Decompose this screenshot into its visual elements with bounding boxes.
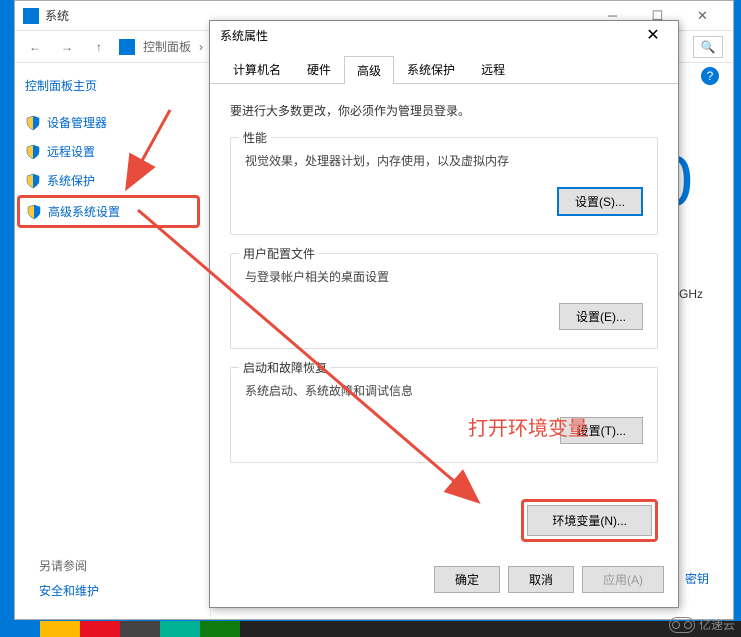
search-input[interactable]: 🔍 [693,36,723,58]
group-title: 用户配置文件 [239,245,319,262]
shield-icon [26,204,42,220]
see-also-label: 另请参阅 [39,557,99,574]
apply-button[interactable]: 应用(A) [582,566,664,593]
sp-content: 要进行大多数更改，你必须作为管理员登录。 性能 视觉效果，处理器计划，内存使用，… [210,84,678,499]
group-title: 性能 [239,129,271,146]
userprofile-settings-button[interactable]: 设置(E)... [559,303,643,330]
watermark: 亿速云 [669,616,735,633]
env-highlight: 环境变量(N)... [521,499,658,542]
help-icon[interactable]: ? [701,67,719,85]
shield-icon [25,173,41,189]
cancel-button[interactable]: 取消 [508,566,574,593]
security-link[interactable]: 安全和维护 [39,582,99,599]
sp-title: 系统属性 [220,27,268,44]
close-button[interactable]: ✕ [638,25,668,45]
watermark-icon [669,617,695,633]
close-button[interactable]: ✕ [680,2,725,30]
performance-settings-button[interactable]: 设置(S)... [557,187,643,216]
up-button[interactable]: ↑ [87,35,111,59]
sidebar-item-label: 设备管理器 [47,114,107,131]
sidebar-home[interactable]: 控制面板主页 [25,77,200,94]
tab-protection[interactable]: 系统保护 [394,55,468,83]
cp-footer: 另请参阅 安全和维护 [39,557,99,599]
group-desc: 视觉效果，处理器计划，内存使用，以及虚拟内存 [245,152,643,169]
tab-computer-name[interactable]: 计算机名 [220,55,294,83]
ok-button[interactable]: 确定 [434,566,500,593]
sidebar-item-label: 系统保护 [47,172,95,189]
breadcrumb[interactable]: 控制面板 [143,38,191,55]
system-icon [23,8,39,24]
sidebar-item-protection[interactable]: 系统保护 [25,166,200,195]
group-desc: 系统启动、系统故障和调试信息 [245,382,643,399]
path-icon [119,39,135,55]
sp-footer: 确定 取消 应用(A) [434,566,664,593]
sidebar-item-remote[interactable]: 远程设置 [25,137,200,166]
environment-variables-button[interactable]: 环境变量(N)... [527,505,652,536]
annotation-text: 打开环境变量 [468,412,588,441]
startup-group: 启动和故障恢复 系统启动、系统故障和调试信息 设置(T)... [230,367,658,463]
sp-titlebar: 系统属性 ✕ [210,21,678,49]
sidebar-item-device-manager[interactable]: 设备管理器 [25,108,200,137]
sidebar-item-label: 远程设置 [47,143,95,160]
shield-icon [25,144,41,160]
back-button[interactable]: ← [23,35,47,59]
forward-button[interactable]: → [55,35,79,59]
admin-note: 要进行大多数更改，你必须作为管理员登录。 [230,102,658,119]
tab-remote[interactable]: 远程 [468,55,518,83]
sidebar-item-label: 高级系统设置 [48,203,120,220]
userprofile-group: 用户配置文件 与登录帐户相关的桌面设置 设置(E)... [230,253,658,349]
shield-icon [25,115,41,131]
cp-sidebar: 控制面板主页 设备管理器 远程设置 系统保护 高级系统设置 [15,63,210,619]
key-link[interactable]: 密钥 [685,570,709,587]
env-row: 环境变量(N)... [210,499,678,542]
watermark-text: 亿速云 [699,616,735,633]
group-title: 启动和故障恢复 [239,359,331,376]
sidebar-item-advanced-settings[interactable]: 高级系统设置 [17,195,200,228]
tab-hardware[interactable]: 硬件 [294,55,344,83]
group-desc: 与登录帐户相关的桌面设置 [245,268,643,285]
tab-advanced[interactable]: 高级 [344,56,394,84]
sp-tabs: 计算机名 硬件 高级 系统保护 远程 [210,55,678,84]
performance-group: 性能 视觉效果，处理器计划，内存使用，以及虚拟内存 设置(S)... [230,137,658,235]
taskbar[interactable] [0,621,741,637]
system-properties-dialog: 系统属性 ✕ 计算机名 硬件 高级 系统保护 远程 要进行大多数更改，你必须作为… [209,20,679,608]
